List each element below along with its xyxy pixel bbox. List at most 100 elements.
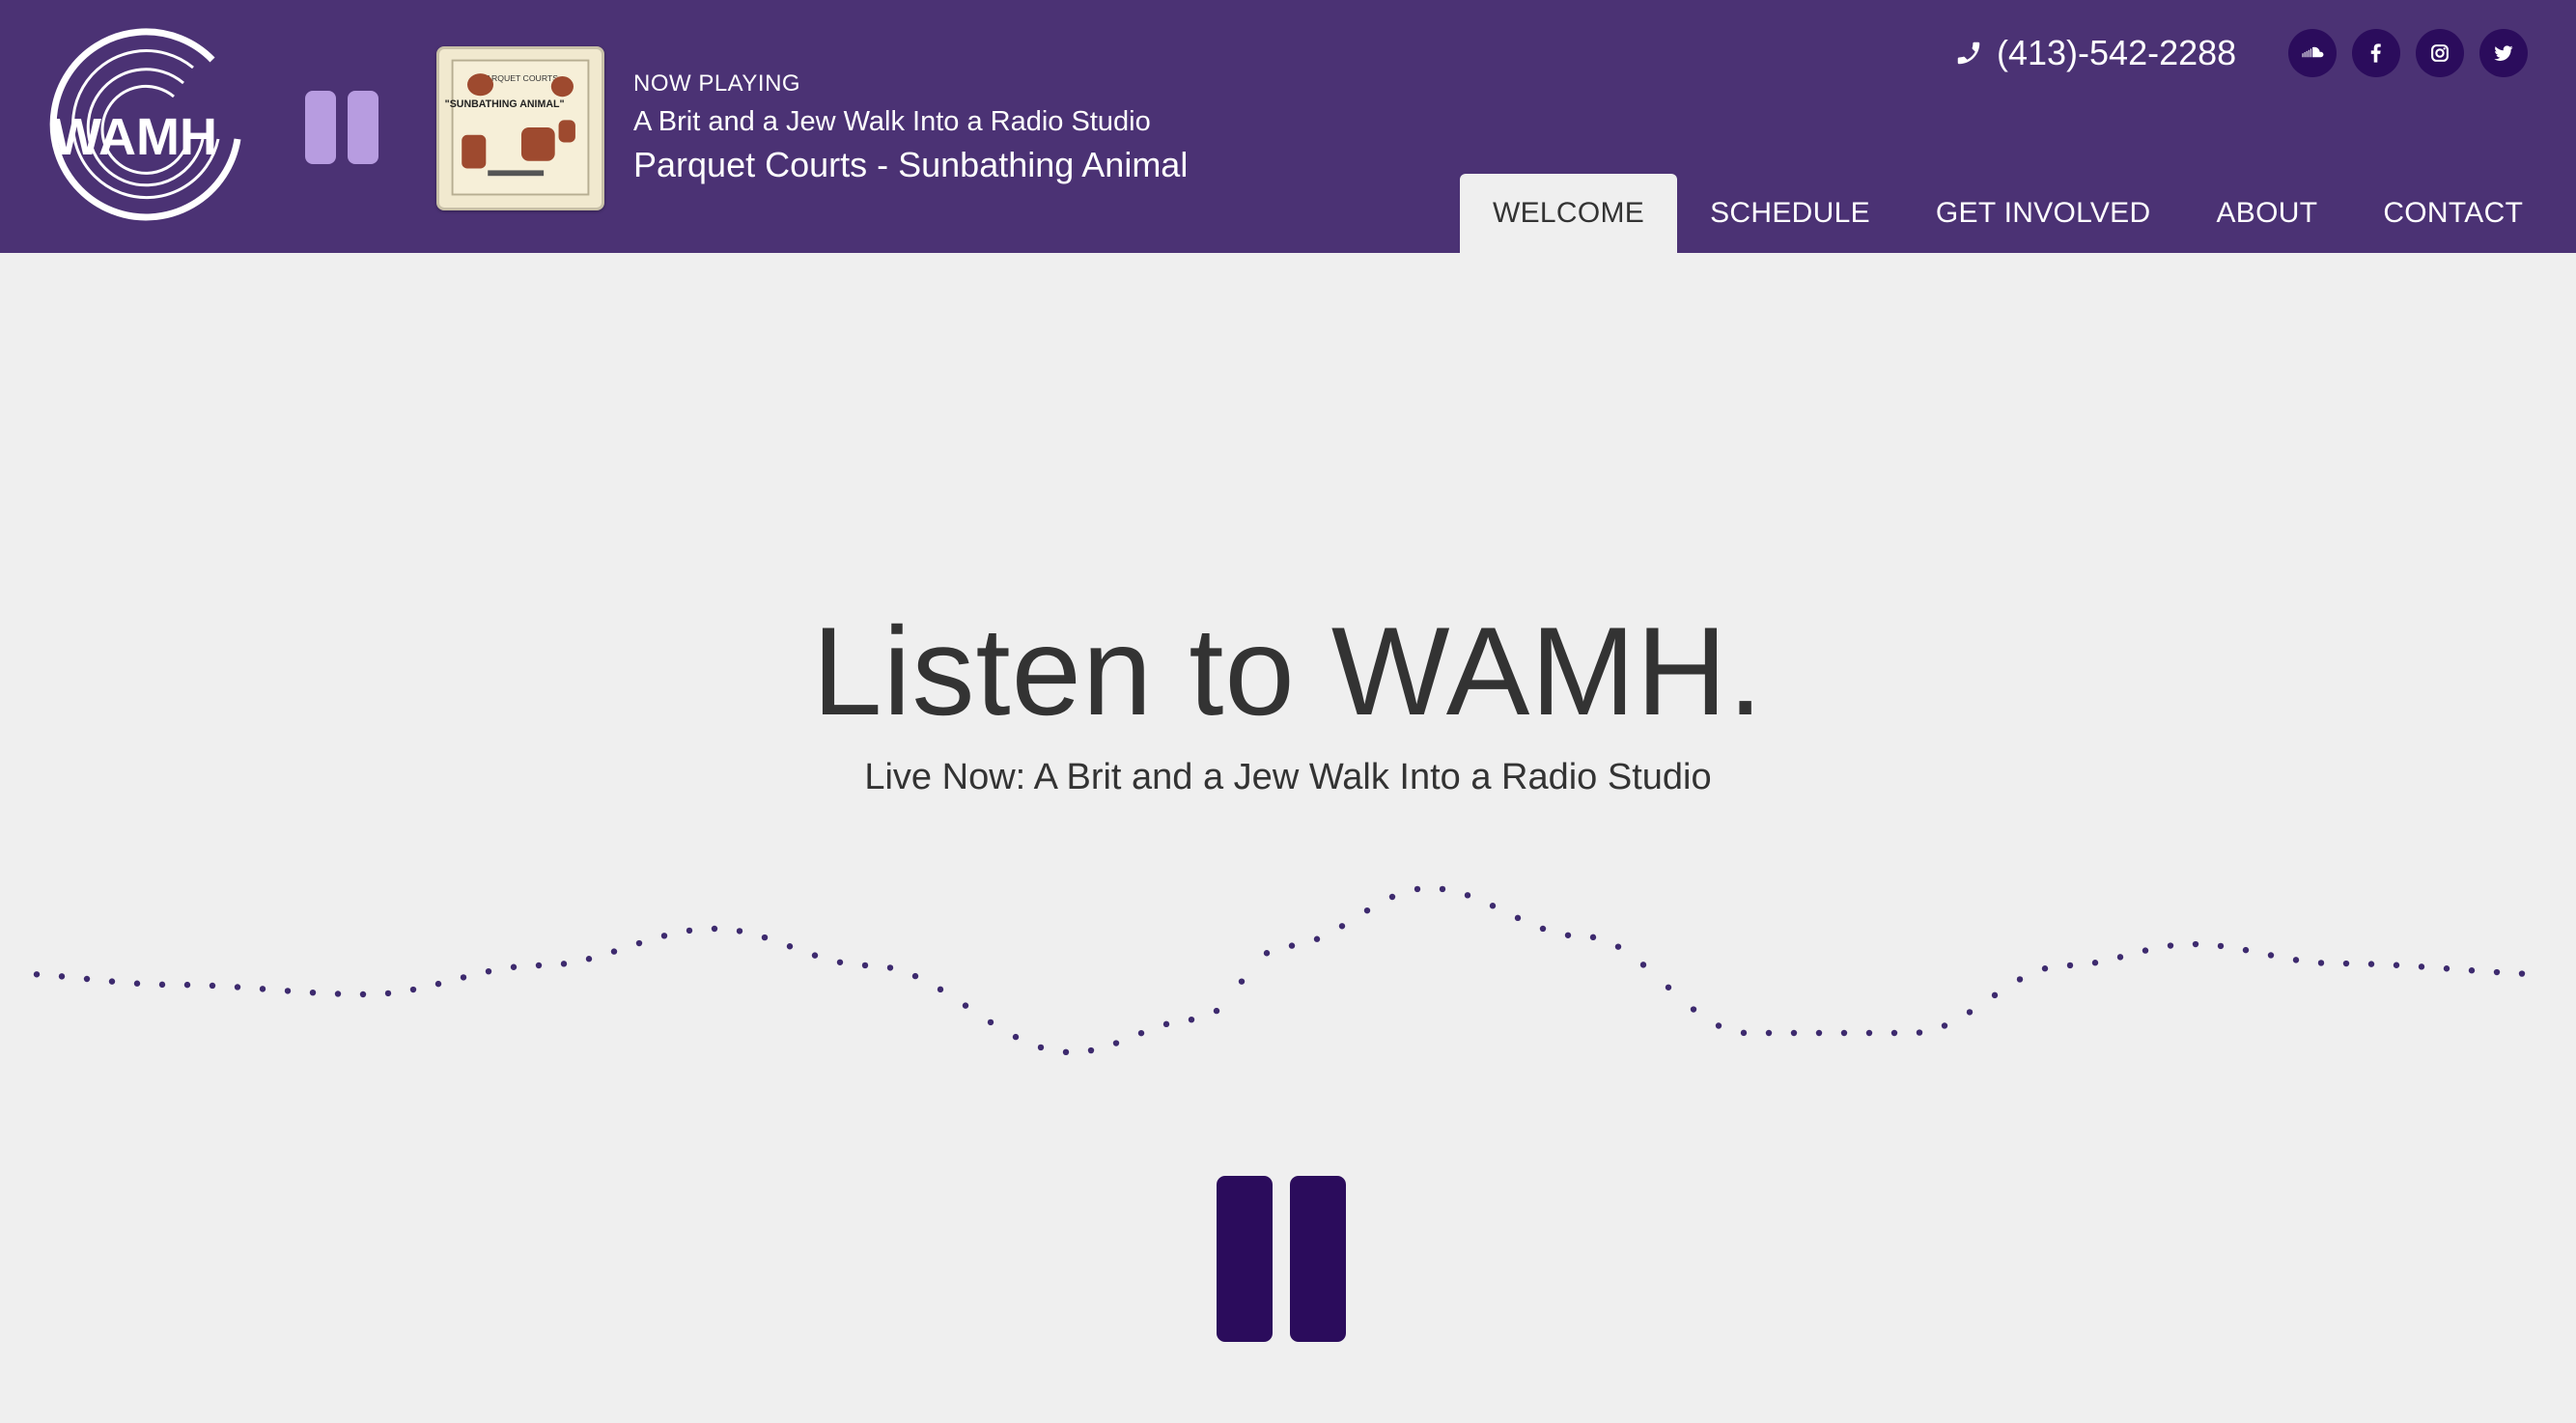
wave-dot xyxy=(1062,1048,1070,1056)
wave-dot xyxy=(2267,952,2275,959)
wave-dot xyxy=(1263,950,1271,957)
wave-dot xyxy=(183,981,191,989)
facebook-link[interactable] xyxy=(2352,29,2400,77)
wave-dot xyxy=(2342,960,2350,967)
wave-dot xyxy=(158,981,166,989)
twitter-link[interactable] xyxy=(2479,29,2528,77)
wave-dot xyxy=(209,982,216,990)
now-playing-show: A Brit and a Jew Walk Into a Radio Studi… xyxy=(633,106,1151,137)
nav-get-involved[interactable]: GET INVOLVED xyxy=(1903,174,2184,253)
wave-dot xyxy=(1464,892,1471,899)
wamh-logo[interactable]: WAMH xyxy=(48,25,261,228)
wave-dot xyxy=(485,967,492,975)
wave-dot xyxy=(2041,965,2049,972)
wave-dot xyxy=(1288,942,1296,949)
wave-dot xyxy=(560,961,568,967)
site-header: WAMH PARQUET COURTS "SUNBATHING ANIMAL" … xyxy=(0,0,2576,253)
wave-dot xyxy=(1087,1046,1095,1054)
nav-contact[interactable]: CONTACT xyxy=(2350,174,2556,253)
hero-subtitle: Live Now: A Brit and a Jew Walk Into a R… xyxy=(864,757,1712,797)
logo-text: WAMH xyxy=(52,108,217,166)
wave-dot xyxy=(2091,960,2099,966)
wave-dot xyxy=(1313,935,1321,942)
wave-dot xyxy=(1865,1029,1873,1037)
wave-dot xyxy=(1539,925,1547,933)
wave-dot xyxy=(2518,970,2526,977)
wave-dot xyxy=(1715,1022,1722,1029)
phone-link[interactable]: (413)-542-2288 xyxy=(1954,33,2236,73)
wave-dot xyxy=(1840,1029,1848,1037)
nav-schedule[interactable]: SCHEDULE xyxy=(1677,174,1903,253)
wave-dot xyxy=(1941,1022,1948,1029)
wave-dot xyxy=(660,933,668,939)
wave-dot xyxy=(1765,1029,1773,1037)
wave-dot xyxy=(811,952,819,959)
wave-dot xyxy=(309,989,317,996)
wave-dot xyxy=(284,988,292,994)
nav-about[interactable]: ABOUT xyxy=(2183,174,2350,253)
wave-dot xyxy=(1740,1029,1748,1037)
wave-dot xyxy=(1037,1044,1045,1051)
social-links xyxy=(2288,29,2528,77)
wave-dot xyxy=(234,984,241,991)
wave-dot xyxy=(2367,961,2375,967)
wave-dot xyxy=(1564,932,1572,938)
phone-icon xyxy=(1957,42,1980,65)
wave-dot xyxy=(510,963,518,970)
nav-welcome[interactable]: WELCOME xyxy=(1460,174,1678,253)
wave-dot xyxy=(2393,962,2400,968)
wave-dot xyxy=(1162,1020,1170,1028)
wave-dot xyxy=(911,972,919,980)
main-pause-button[interactable] xyxy=(1217,1176,1346,1342)
wave-dot xyxy=(409,986,417,993)
wave-dot xyxy=(2418,963,2425,970)
wave-dot xyxy=(2192,940,2199,948)
wave-dot xyxy=(2142,947,2149,954)
wave-dot xyxy=(1514,914,1522,922)
header-pause-button[interactable] xyxy=(305,91,382,164)
wave-dot xyxy=(1790,1029,1798,1037)
now-playing-label: NOW PLAYING xyxy=(633,70,801,97)
wave-dot xyxy=(2217,942,2225,950)
wave-dot xyxy=(2468,967,2476,974)
wave-dot xyxy=(384,990,392,997)
wave-dot xyxy=(1112,1040,1120,1046)
wave-dot xyxy=(2443,965,2450,972)
wave-dot xyxy=(1890,1029,1898,1037)
wave-dot xyxy=(359,991,367,998)
wave-dot xyxy=(711,925,718,933)
wave-dot xyxy=(1614,943,1622,950)
facebook-icon xyxy=(2370,43,2381,63)
wave-dot xyxy=(1338,923,1346,930)
wave-dot xyxy=(886,964,894,971)
wave-dot xyxy=(987,1018,994,1026)
soundcloud-icon xyxy=(2302,46,2324,58)
wave-dot xyxy=(108,978,116,985)
wave-dot xyxy=(1589,934,1597,941)
twitter-icon xyxy=(2494,45,2513,61)
wave-dot xyxy=(2493,968,2501,976)
wave-dot xyxy=(635,939,643,947)
wave-dot xyxy=(686,927,693,935)
wave-dot xyxy=(535,962,543,969)
wave-dot xyxy=(1363,907,1371,914)
album-cover-image: PARQUET COURTS "SUNBATHING ANIMAL" xyxy=(445,59,590,196)
wave-dot xyxy=(2317,960,2325,966)
wave-dot xyxy=(962,1002,969,1009)
pause-bar xyxy=(305,91,336,164)
wave-dot xyxy=(2016,976,2024,983)
wave-dot xyxy=(1213,1007,1220,1015)
wave-dot xyxy=(786,943,794,950)
soundcloud-link[interactable] xyxy=(2288,29,2337,77)
wave-dot xyxy=(434,980,442,988)
wave-dot xyxy=(1690,1006,1697,1013)
instagram-link[interactable] xyxy=(2416,29,2464,77)
wave-dot xyxy=(1439,885,1446,893)
wave-dot xyxy=(1665,984,1672,991)
wave-dot xyxy=(610,948,618,955)
wave-dot xyxy=(33,971,41,978)
wave-dot xyxy=(1388,893,1396,901)
wave-dot xyxy=(836,959,844,965)
pause-bar xyxy=(348,91,378,164)
wave-dot xyxy=(1991,991,1999,999)
